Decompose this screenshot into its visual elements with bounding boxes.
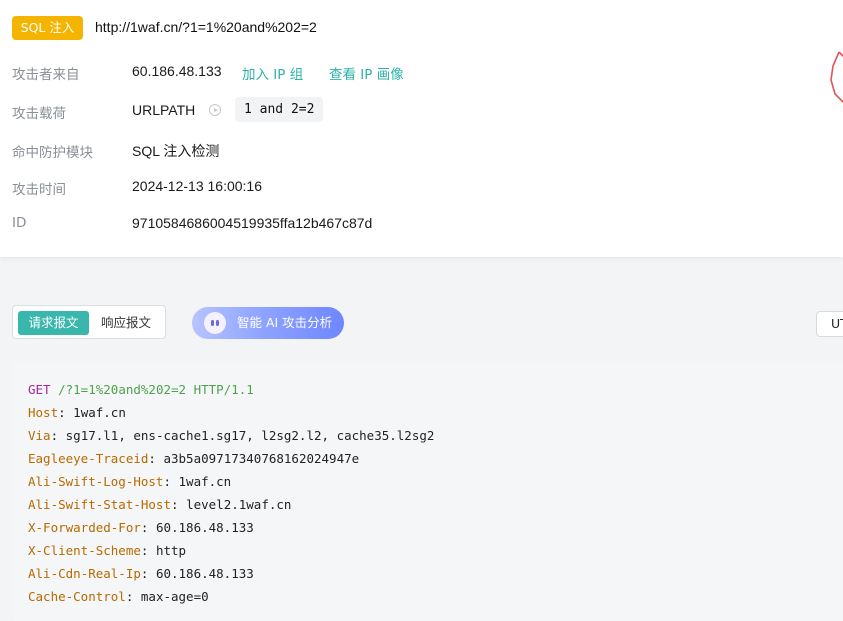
id-label: ID	[12, 215, 27, 231]
add-ip-group-link[interactable]: 加入 IP 组	[242, 63, 303, 83]
payload-value: 1 and 2=2	[235, 97, 324, 122]
tab-response[interactable]: 响应报文	[93, 311, 159, 335]
ai-analysis-button[interactable]: 智能 AI 攻击分析	[192, 307, 344, 339]
header-line: Cache-Control: max-age=0	[28, 589, 209, 604]
header-line: Ali-Swift-Stat-Host: level2.1waf.cn	[28, 497, 292, 512]
header-line: Ali-Cdn-Real-Ip: 60.186.48.133	[28, 566, 254, 581]
attack-type-badge: SQL 注入	[12, 16, 83, 40]
attack-url: http://1waf.cn/?1=1%20and%202=2	[95, 19, 317, 35]
header-line: Ali-Swift-Log-Host: 1waf.cn	[28, 474, 232, 489]
attack-detail-card: SQL 注入 http://1waf.cn/?1=1%20and%202=2 攻…	[0, 0, 843, 257]
ai-bot-icon	[204, 312, 226, 334]
payload-label: 攻击载荷	[12, 106, 66, 122]
source-ip: 60.186.48.133	[132, 63, 222, 79]
time-value: 2024-12-13 16:00:16	[132, 178, 262, 194]
encoding-select[interactable]: UT	[816, 311, 843, 337]
header-line: X-Forwarded-For: 60.186.48.133	[28, 520, 254, 535]
request-message-panel: GET /?1=1%20and%202=2 HTTP/1.1 Host: 1wa…	[12, 361, 843, 621]
time-label: 攻击时间	[12, 182, 66, 198]
module-label: 命中防护模块	[12, 145, 93, 161]
mascot-icon	[830, 51, 843, 103]
play-circle-icon	[209, 104, 221, 116]
header-line: Eagleeye-Traceid: a3b5a09717340768162024…	[28, 451, 360, 466]
request-line: GET /?1=1%20and%202=2 HTTP/1.1	[28, 382, 254, 397]
module-value: SQL 注入检测	[132, 143, 220, 159]
id-value: 971058468600451993​5ffa12b467c87d	[132, 215, 373, 231]
header-line: Host: 1waf.cn	[28, 405, 126, 420]
message-toggle: 请求报文 响应报文	[12, 305, 166, 339]
header-line: Via: sg17.l1, ens-cache1.sg17, l2sg2.l2,…	[28, 428, 435, 443]
tab-request[interactable]: 请求报文	[18, 311, 89, 335]
view-ip-profile-link[interactable]: 查看 IP 画像	[329, 63, 404, 83]
source-label: 攻击者来自	[12, 67, 80, 83]
ai-analysis-label: 智能 AI 攻击分析	[237, 315, 333, 330]
payload-location: URLPATH	[132, 102, 196, 118]
header-line: X-Client-Scheme: http	[28, 543, 187, 558]
